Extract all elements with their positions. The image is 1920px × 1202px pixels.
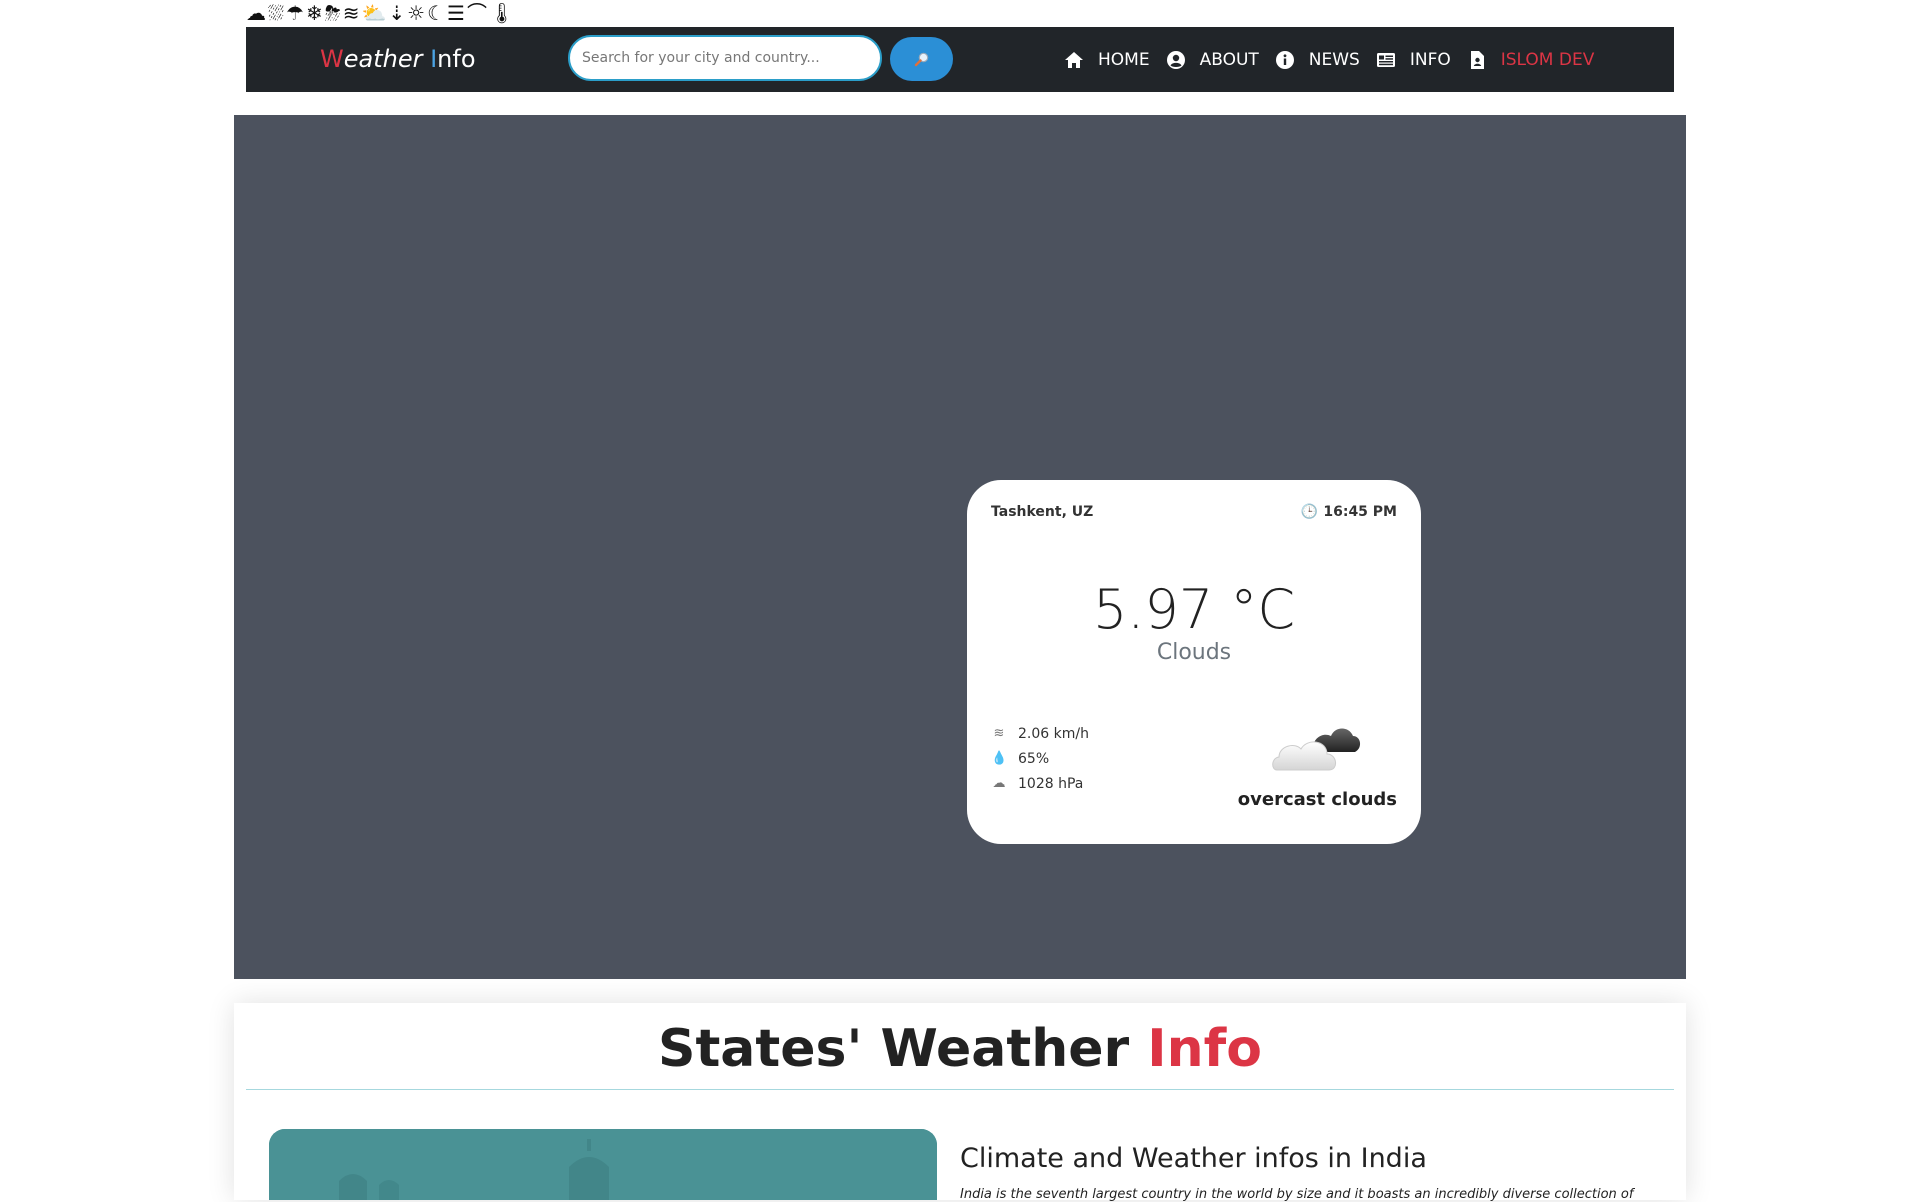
humidity-value: 65% <box>1018 750 1050 767</box>
cloud-sun-icon: ☁ <box>992 776 1006 791</box>
condition-label: Clouds <box>1156 640 1232 665</box>
clock-icon: 🕒 <box>1300 504 1319 520</box>
navbar: Weather Info HOME ABOUT NEWS INFO ISLOM … <box>246 27 1674 92</box>
weather-card: Tashkent, UZ 🕒 16:45 PM 5.97 °C Clouds ≋… <box>967 480 1421 844</box>
main-nav: HOME ABOUT NEWS INFO ISLOM DEV <box>1064 27 1610 92</box>
section-title-main: States' Weather <box>658 1019 1148 1079</box>
humidity-stat: 💧 65% <box>991 746 1089 771</box>
cloud-sun-icon: ⛅ <box>361 1 387 25</box>
states-weather-section: States' Weather Info Climate and Weather… <box>234 1003 1686 1202</box>
snowflake-icon: ❄ <box>305 1 323 25</box>
india-image <box>269 1129 937 1200</box>
pressure-value: 1028 hPa <box>1018 775 1084 792</box>
brand-word-weather: eather <box>343 45 431 73</box>
location-label: Tashkent, UZ <box>991 504 1094 520</box>
cloud-moon-icon: ☾ <box>427 1 446 25</box>
time-value: 16:45 PM <box>1323 504 1397 520</box>
nav-about-label: ABOUT <box>1199 49 1259 70</box>
section-title-accent: Info <box>1147 1019 1262 1079</box>
cloud-showers-icon: ☂ <box>286 1 304 25</box>
file-user-icon <box>1470 50 1484 69</box>
weather-icon-strip: ☁ ⛆ ☂ ❄ ⛈ ≋ ⛅ ⇣ ☼ ☾ ☰ ⌒ 🌡 <box>246 0 514 26</box>
search-button[interactable] <box>890 37 953 81</box>
brand-logo[interactable]: Weather Info <box>320 27 476 92</box>
section-title: States' Weather Info <box>234 1019 1686 1079</box>
home-icon <box>1065 51 1083 68</box>
overcast-clouds-icon <box>1272 728 1361 771</box>
pressure-stat: ☁ 1028 hPa <box>991 771 1089 796</box>
cloud-hail-icon: ⛈ <box>324 1 341 25</box>
temperature-value: 5.97 °C <box>1092 578 1296 641</box>
taj-mahal-silhouette <box>269 1129 937 1200</box>
info-circle-icon <box>1275 50 1294 69</box>
thermometer-icon: 🌡 <box>488 1 515 25</box>
smog-icon: ☰ <box>447 1 465 25</box>
droplet-icon: 💧 <box>991 751 1008 766</box>
tornado-icon: ⇣ <box>388 1 406 25</box>
nav-info-label: INFO <box>1409 49 1451 70</box>
user-circle-icon <box>1166 50 1185 69</box>
newspaper-icon <box>1376 52 1395 67</box>
section-divider <box>246 1089 1674 1090</box>
time-display: 🕒 16:45 PM <box>1301 504 1397 520</box>
nav-home[interactable]: HOME <box>1064 50 1150 70</box>
nav-news[interactable]: NEWS <box>1275 50 1360 70</box>
weather-description: overcast clouds <box>1237 789 1397 810</box>
brand-letter-w: W <box>320 45 344 73</box>
nav-info[interactable]: INFO <box>1376 50 1451 70</box>
rainbow-icon: ⌒ <box>466 1 487 25</box>
nav-about[interactable]: ABOUT <box>1166 50 1259 70</box>
wind-value: 2.06 km/h <box>1018 725 1089 742</box>
nav-news-label: NEWS <box>1308 49 1360 70</box>
brand-word-info: nfo <box>437 45 476 73</box>
india-card-title: Climate and Weather infos in India <box>960 1143 1427 1174</box>
cloud-rain-icon: ⛆ <box>268 1 284 25</box>
wind-icon: ≋ <box>993 726 1005 741</box>
nav-islom-dev[interactable]: ISLOM DEV <box>1467 49 1595 70</box>
hero-section: Tashkent, UZ 🕒 16:45 PM 5.97 °C Clouds ≋… <box>234 115 1686 979</box>
nav-home-label: HOME <box>1098 49 1150 70</box>
search-icon <box>914 52 928 67</box>
sun-icon: ☼ <box>407 1 426 25</box>
cloud-icon: ☁ <box>246 1 266 25</box>
wind-icon: ≋ <box>342 1 360 25</box>
city-search-input[interactable] <box>568 35 882 81</box>
nav-islom-dev-label: ISLOM DEV <box>1500 49 1595 70</box>
wind-stat: ≋ 2.06 km/h <box>991 721 1089 746</box>
weather-stats: ≋ 2.06 km/h 💧 65% ☁ 1028 hPa <box>991 721 1089 796</box>
